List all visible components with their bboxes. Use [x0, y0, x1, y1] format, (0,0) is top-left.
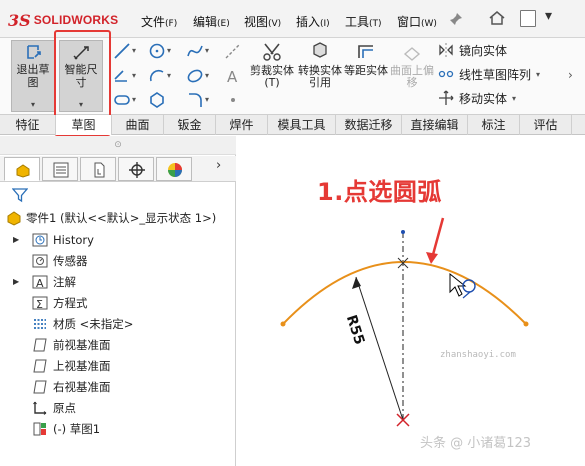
sketch-canvas-drawing [280, 217, 529, 427]
arc-endpoint-right [523, 321, 529, 327]
centerline-endpoint [401, 230, 405, 234]
arc-endpoint-left [280, 321, 286, 327]
radius-dimension-line[interactable] [355, 276, 404, 421]
sketch-arc[interactable] [282, 261, 527, 325]
watermark-author: 头条 @ 小诸葛123 [420, 436, 532, 451]
mouse-cursor-icon [449, 272, 476, 299]
watermark-text: zhanshaoyi.com [440, 350, 516, 360]
step-annotation-text: 1.点选圆弧 [317, 178, 442, 206]
annotation-arrowhead [426, 252, 438, 264]
